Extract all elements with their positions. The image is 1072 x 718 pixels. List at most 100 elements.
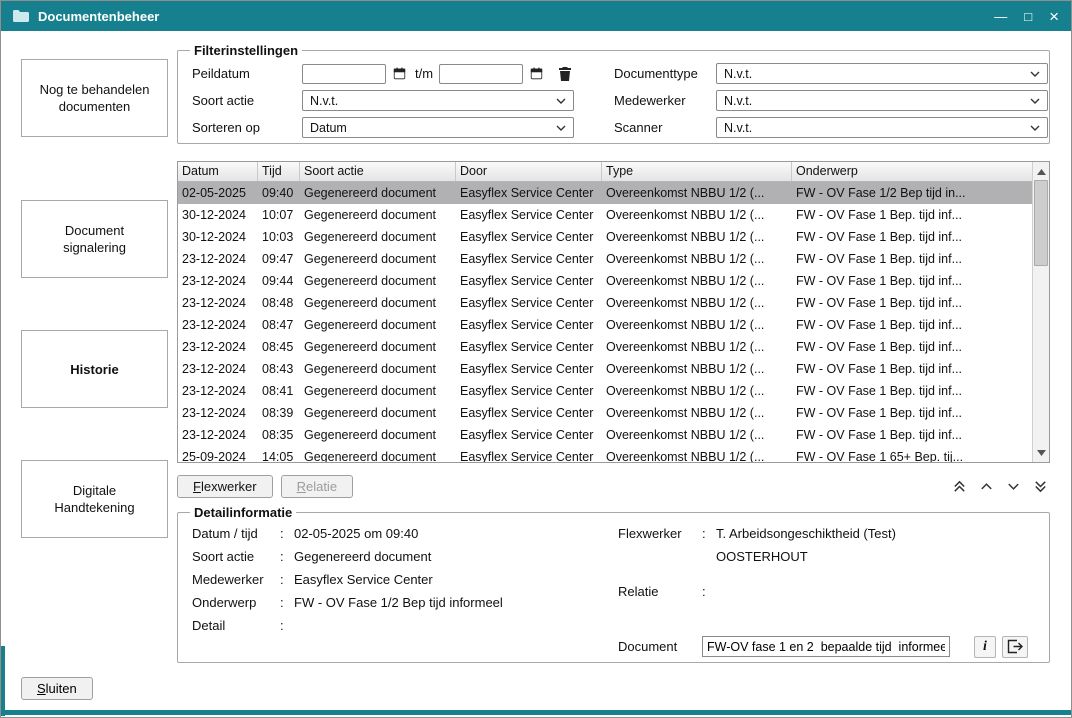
scroll-down-icon[interactable] [1033, 445, 1049, 460]
table-row[interactable]: 30-12-2024 10:03 Gegenereerd document Ea… [178, 226, 1032, 248]
detail-left-column: Datum / tijd : 02-05-2025 om 09:40 Soort… [192, 522, 612, 658]
colon: : [702, 522, 716, 545]
document-info-button[interactable]: i [974, 636, 996, 658]
relatie-button[interactable]: Relatie [281, 475, 353, 498]
table-body: 02-05-2025 09:40 Gegenereerd document Ea… [178, 182, 1032, 462]
peildatum-range: t/m [302, 64, 574, 84]
calendar-icon[interactable] [526, 64, 546, 84]
table-row[interactable]: 02-05-2025 09:40 Gegenereerd document Ea… [178, 182, 1032, 204]
details-legend: Detailinformatie [190, 505, 296, 520]
table-row[interactable]: 23-12-2024 08:47 Gegenereerd document Ea… [178, 314, 1032, 336]
cell-type: Overeenkomst NBBU 1/2 (... [602, 446, 792, 462]
next-record-icon[interactable] [1006, 479, 1021, 494]
sidebar-tab-label: Document signalering [34, 222, 155, 256]
titlebar: Documentenbeheer — □ × [1, 1, 1071, 31]
relatie-field: Relatie : [618, 580, 1037, 603]
table-row[interactable]: 23-12-2024 08:45 Gegenereerd document Ea… [178, 336, 1032, 358]
sidebar-tab[interactable]: Historie [21, 330, 168, 408]
minimize-button[interactable]: — [994, 10, 1007, 23]
column-header[interactable]: Tijd [258, 162, 300, 181]
document-export-icon[interactable] [1002, 636, 1028, 658]
cell-datum: 25-09-2024 [178, 446, 258, 462]
peildatum-label: Peildatum [192, 66, 302, 81]
window-controls: — □ × [994, 8, 1059, 25]
sidebar-tab[interactable]: Nog te behandelen documenten [21, 59, 168, 137]
soort-actie-select[interactable]: N.v.t. [302, 90, 574, 111]
detail-field-label: Medewerker [192, 568, 280, 591]
table-header: DatumTijdSoort actieDoorTypeOnderwerp [178, 162, 1032, 182]
detail-field-value: Easyflex Service Center [294, 568, 433, 591]
column-header[interactable]: Type [602, 162, 792, 181]
sidebar-tab-label: Nog te behandelen documenten [34, 81, 155, 115]
detail-field-label: Onderwerp [192, 591, 280, 614]
medewerker-select[interactable]: N.v.t. [716, 90, 1048, 111]
sorteren-op-select[interactable]: Datum [302, 117, 574, 138]
trash-icon[interactable] [555, 64, 575, 84]
table-row[interactable]: 23-12-2024 08:35 Gegenereerd document Ea… [178, 424, 1032, 446]
cell-tijd: 08:48 [258, 292, 300, 314]
tm-label: t/m [412, 66, 436, 81]
previous-record-icon[interactable] [979, 479, 994, 494]
folder-icon [13, 10, 29, 22]
cell-onderwerp: FW - OV Fase 1 Bep. tijd inf... [792, 402, 1032, 424]
sidebar-tab-label: Digitale Handtekening [34, 482, 155, 516]
cell-onderwerp: FW - OV Fase 1 Bep. tijd inf... [792, 336, 1032, 358]
vertical-scrollbar[interactable] [1032, 162, 1049, 462]
scrollbar-thumb[interactable] [1034, 180, 1048, 266]
cell-soort-actie: Gegenereerd document [300, 292, 456, 314]
table-row[interactable]: 23-12-2024 09:44 Gegenereerd document Ea… [178, 270, 1032, 292]
cell-type: Overeenkomst NBBU 1/2 (... [602, 380, 792, 402]
cell-soort-actie: Gegenereerd document [300, 248, 456, 270]
cell-type: Overeenkomst NBBU 1/2 (... [602, 402, 792, 424]
cell-datum: 23-12-2024 [178, 314, 258, 336]
documenttype-select[interactable]: N.v.t. [716, 63, 1048, 84]
close-button[interactable]: × [1049, 8, 1059, 25]
table-row[interactable]: 23-12-2024 08:41 Gegenereerd document Ea… [178, 380, 1032, 402]
sidebar-tab[interactable]: Document signalering [21, 200, 168, 278]
medewerker-value: N.v.t. [724, 94, 752, 108]
cell-soort-actie: Gegenereerd document [300, 226, 456, 248]
cell-type: Overeenkomst NBBU 1/2 (... [602, 270, 792, 292]
cell-tijd: 08:45 [258, 336, 300, 358]
sluiten-button[interactable]: Sluiten [21, 677, 93, 700]
filter-settings-group: Filterinstellingen Peildatum t/m Documen… [177, 43, 1050, 144]
cell-datum: 23-12-2024 [178, 248, 258, 270]
detail-field-value: 02-05-2025 om 09:40 [294, 522, 418, 545]
table-row[interactable]: 23-12-2024 08:48 Gegenereerd document Ea… [178, 292, 1032, 314]
detail-field-value: Gegenereerd document [294, 545, 431, 568]
calendar-icon[interactable] [389, 64, 409, 84]
column-header[interactable]: Soort actie [300, 162, 456, 181]
document-input[interactable] [702, 636, 950, 657]
cell-soort-actie: Gegenereerd document [300, 402, 456, 424]
scanner-value: N.v.t. [724, 121, 752, 135]
cell-door: Easyflex Service Center [456, 336, 602, 358]
colon: : [280, 568, 294, 591]
peildatum-to-input[interactable] [439, 64, 523, 84]
first-record-icon[interactable] [952, 479, 967, 494]
table-row[interactable]: 23-12-2024 09:47 Gegenereerd document Ea… [178, 248, 1032, 270]
documenttype-label: Documenttype [614, 66, 716, 81]
peildatum-from-input[interactable] [302, 64, 386, 84]
cell-tijd: 09:44 [258, 270, 300, 292]
sidebar-tab[interactable]: Digitale Handtekening [21, 460, 168, 538]
cell-datum: 30-12-2024 [178, 204, 258, 226]
cell-door: Easyflex Service Center [456, 380, 602, 402]
column-header[interactable]: Door [456, 162, 602, 181]
column-header[interactable]: Datum [178, 162, 258, 181]
column-header[interactable]: Onderwerp [792, 162, 1032, 181]
last-record-icon[interactable] [1033, 479, 1048, 494]
detail-field: Datum / tijd : 02-05-2025 om 09:40 [192, 522, 612, 545]
table-row[interactable]: 25-09-2024 14:05 Gegenereerd document Ea… [178, 446, 1032, 462]
scroll-up-icon[interactable] [1033, 164, 1049, 179]
flexwerker-button[interactable]: Flexwerker [177, 475, 273, 498]
relatie-label: Relatie [618, 580, 702, 603]
cell-soort-actie: Gegenereerd document [300, 270, 456, 292]
table-row[interactable]: 23-12-2024 08:43 Gegenereerd document Ea… [178, 358, 1032, 380]
table-row[interactable]: 30-12-2024 10:07 Gegenereerd document Ea… [178, 204, 1032, 226]
maximize-button[interactable]: □ [1024, 10, 1032, 23]
cell-door: Easyflex Service Center [456, 204, 602, 226]
scanner-select[interactable]: N.v.t. [716, 117, 1048, 138]
colon: : [702, 580, 716, 603]
detail-field: Detail : [192, 614, 612, 637]
table-row[interactable]: 23-12-2024 08:39 Gegenereerd document Ea… [178, 402, 1032, 424]
